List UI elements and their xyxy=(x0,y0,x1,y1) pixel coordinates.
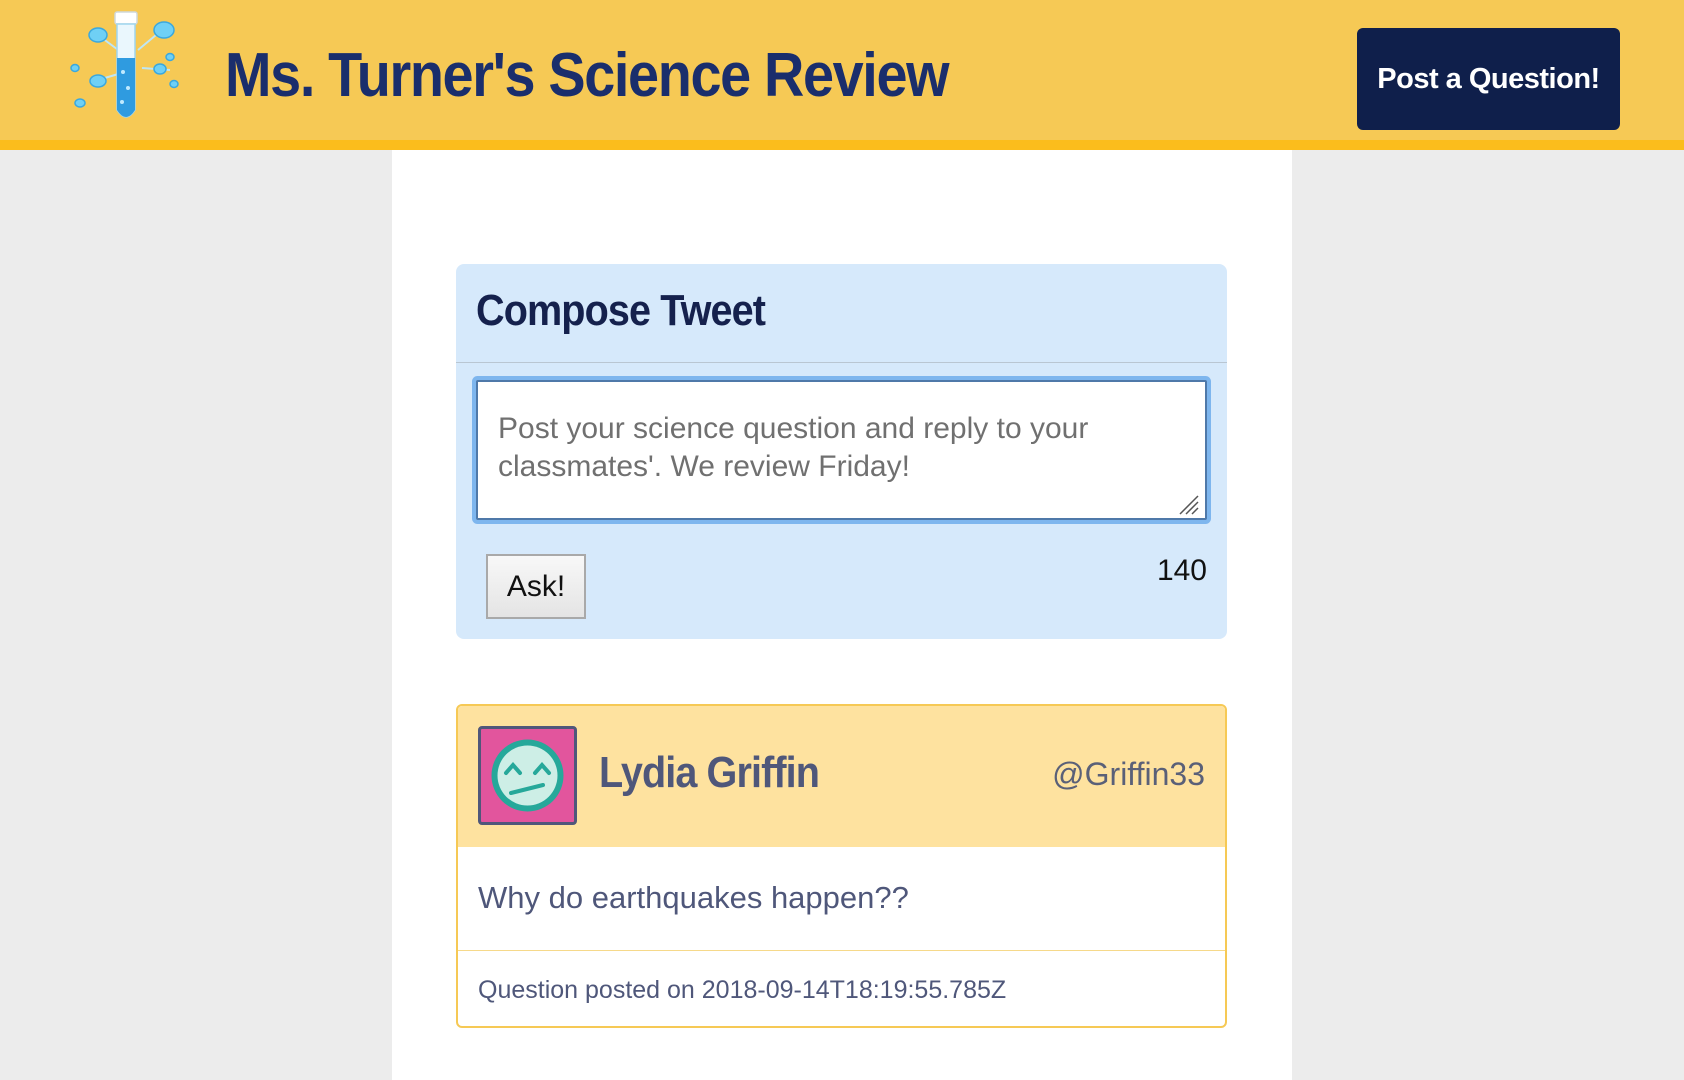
question-input[interactable] xyxy=(476,380,1207,520)
compose-divider xyxy=(456,362,1227,363)
main-column: Compose Tweet Ask! 140 Lyd xyxy=(392,150,1292,1080)
character-counter: 140 xyxy=(1156,554,1207,587)
grimace-face-icon xyxy=(491,739,564,812)
site-title: Ms. Turner's Science Review xyxy=(225,41,950,110)
ask-button[interactable]: Ask! xyxy=(486,554,586,619)
author-handle: @Griffin33 xyxy=(1052,756,1205,792)
avatar xyxy=(478,726,577,825)
tweet-card: Lydia Griffin @Griffin33 Why do earthqua… xyxy=(456,704,1227,1028)
compose-title: Compose Tweet xyxy=(476,286,766,335)
test-tube-icon xyxy=(70,11,179,118)
tweet-divider xyxy=(458,950,1225,951)
compose-panel: Compose Tweet Ask! 140 xyxy=(456,264,1227,639)
resize-grip-icon[interactable] xyxy=(1176,492,1200,516)
tweet-header: Lydia Griffin @Griffin33 xyxy=(458,706,1225,847)
tweet-timestamp: Question posted on 2018-09-14T18:19:55.7… xyxy=(478,976,1007,1004)
top-bar: Ms. Turner's Science Review Post a Quest… xyxy=(0,0,1684,150)
author-name: Lydia Griffin xyxy=(599,748,820,797)
tweet-text: Why do earthquakes happen?? xyxy=(478,880,909,915)
post-question-button[interactable]: Post a Question! xyxy=(1357,28,1620,130)
